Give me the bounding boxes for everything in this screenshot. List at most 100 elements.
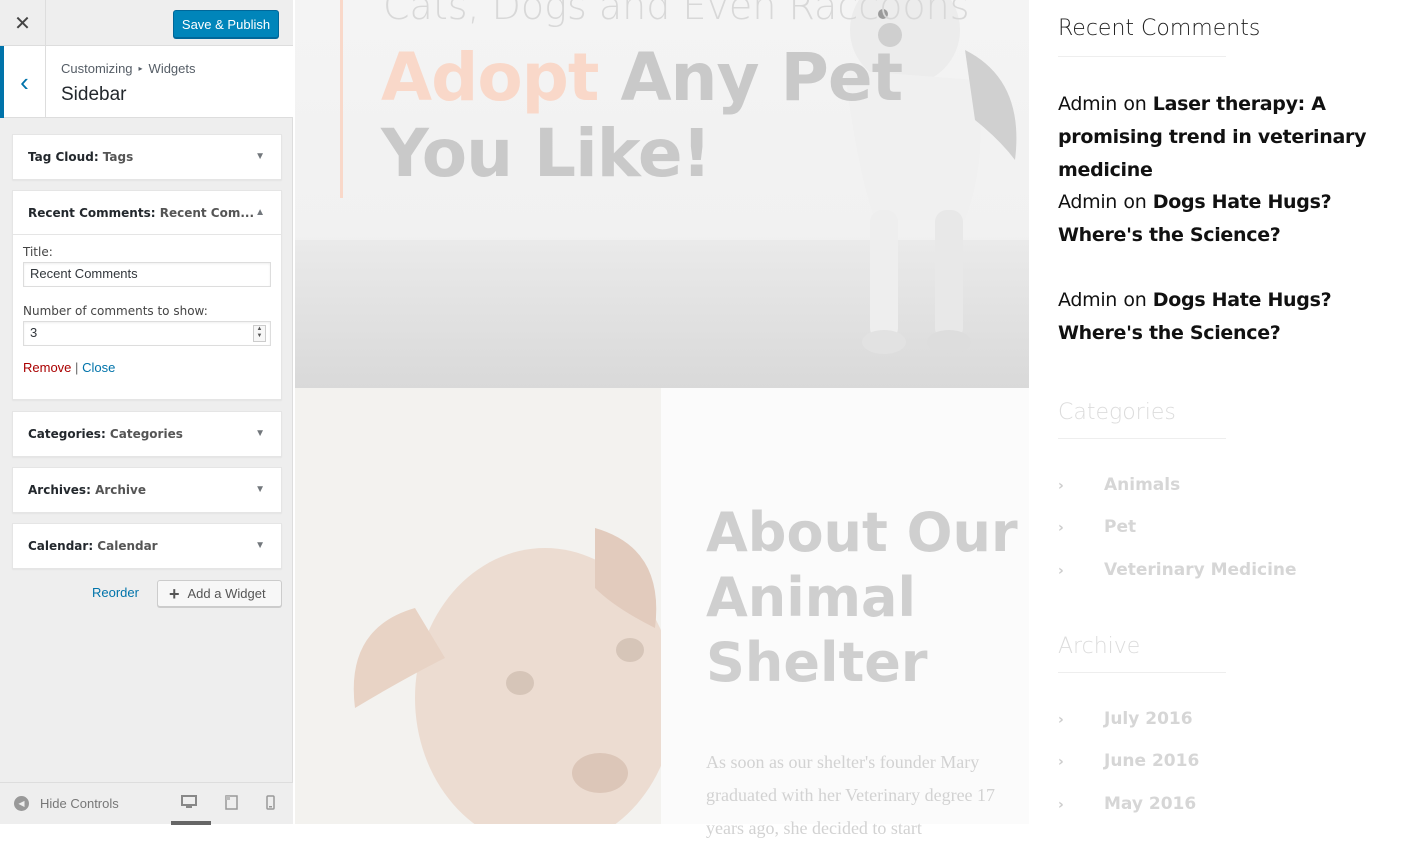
section-title: Sidebar <box>61 84 127 105</box>
archive-label: July 2016 <box>1104 709 1193 729</box>
expand-arrow-icon[interactable]: ▼ <box>255 428 265 439</box>
widget-title: Calendar: Calendar <box>28 539 158 553</box>
customizer-pane: ✕ Save & Publish ‹ Customizing ▸ Widgets S… <box>0 0 293 825</box>
hero-title: Adopt Any Pet You Like! <box>381 40 1029 192</box>
widget-archives: Archives: Archive ▼ <box>12 467 282 513</box>
breadcrumb-separator-icon: ▸ <box>138 64 143 73</box>
comment-item: Admin on Dogs Hate Hugs? Where's the Sci… <box>1058 284 1408 350</box>
chevron-right-icon: › <box>1058 797 1064 813</box>
archive-item[interactable]: › May 2016 <box>1058 794 1196 814</box>
collapse-arrow-icon[interactable]: ▲ <box>255 207 265 218</box>
widget-title: Categories: Categories <box>28 427 183 441</box>
customizer-footer: ◀ Hide Controls <box>0 782 293 825</box>
chevron-right-icon: › <box>1058 712 1064 728</box>
recent-comments-heading: Recent Comments <box>1058 16 1261 41</box>
heading-underline <box>1058 438 1226 439</box>
widget-type: Categories <box>28 427 101 441</box>
hero-subtitle: Cats, Dogs and Even Raccoons <box>383 0 970 28</box>
widget-type: Archives <box>28 483 87 497</box>
widget-header[interactable]: Calendar: Calendar ▼ <box>13 524 281 568</box>
save-publish-button[interactable]: Save & Publish <box>173 10 279 38</box>
archive-heading: Archive <box>1058 634 1141 659</box>
comment-item: Admin on Laser therapy: A promising tren… <box>1058 88 1408 187</box>
widget-type: Tag Cloud <box>28 150 94 164</box>
comment-author[interactable]: Admin <box>1058 93 1117 115</box>
expand-arrow-icon[interactable]: ▼ <box>255 151 265 162</box>
widget-type: Calendar <box>28 539 89 553</box>
close-icon: ✕ <box>14 12 31 35</box>
tablet-preview-icon[interactable] <box>225 795 238 813</box>
category-label: Animals <box>1104 475 1181 495</box>
title-label: Title: <box>23 245 53 259</box>
close-customizer-button[interactable]: ✕ <box>0 0 46 46</box>
archive-item[interactable]: › July 2016 <box>1058 709 1193 729</box>
categories-heading: Categories <box>1058 400 1176 425</box>
number-label: Number of comments to show: <box>23 304 208 318</box>
category-label: Pet <box>1104 517 1137 537</box>
reorder-link[interactable]: Reorder <box>92 585 139 600</box>
add-widget-label: Add a Widget <box>187 586 266 601</box>
hide-controls-label: Hide Controls <box>40 796 119 811</box>
category-item[interactable]: › Pet <box>1058 517 1136 537</box>
close-link[interactable]: Close <box>82 360 115 375</box>
widget-title: Tag Cloud: Tags <box>28 150 134 164</box>
widget-categories: Categories: Categories ▼ <box>12 411 282 457</box>
category-label: Veterinary Medicine <box>1104 560 1297 580</box>
customizer-header: ✕ Save & Publish <box>0 0 293 46</box>
widget-instance-title: Archive <box>95 483 146 497</box>
active-device-indicator <box>171 821 211 825</box>
widget-recent-comments: Recent Comments: Recent Com... ▲ Title: … <box>12 190 282 400</box>
category-item[interactable]: › Veterinary Medicine <box>1058 560 1297 580</box>
breadcrumb-current: Widgets <box>148 61 196 76</box>
widget-tag-cloud: Tag Cloud: Tags ▼ <box>12 134 282 180</box>
widget-header[interactable]: Recent Comments: Recent Com... ▲ <box>13 191 281 235</box>
widget-header[interactable]: Categories: Categories ▼ <box>13 412 281 456</box>
number-input[interactable]: 3 ▲ ▼ <box>23 321 271 346</box>
comment-author[interactable]: Admin <box>1058 191 1117 213</box>
hide-controls-button[interactable]: ◀ Hide Controls <box>14 796 119 811</box>
comment-author[interactable]: Admin <box>1058 289 1117 311</box>
link-separator: | <box>75 360 79 375</box>
hero-section: Cats, Dogs and Even Raccoons Adopt Any P… <box>295 0 1029 388</box>
widget-header[interactable]: Tag Cloud: Tags ▼ <box>13 135 281 179</box>
preview-sidebar: Recent Comments Admin on Laser therapy: … <box>1029 0 1411 824</box>
widget-title: Recent Comments: Recent Com... <box>28 206 255 220</box>
archive-label: June 2016 <box>1104 751 1200 771</box>
widget-calendar: Calendar: Calendar ▼ <box>12 523 282 569</box>
widget-instance-title: Recent Com... <box>159 206 255 220</box>
heading-underline <box>1058 672 1226 673</box>
widget-form: Title: Recent Comments Number of comment… <box>13 235 281 385</box>
title-input[interactable]: Recent Comments <box>23 262 271 287</box>
widget-instance-title: Calendar <box>97 539 158 553</box>
breadcrumb: Customizing ▸ Widgets <box>61 61 196 76</box>
puppy-photo-image <box>295 388 661 824</box>
archive-label: May 2016 <box>1104 794 1197 814</box>
widget-header[interactable]: Archives: Archive ▼ <box>13 468 281 512</box>
widget-instance-title: Categories <box>109 427 183 441</box>
expand-arrow-icon[interactable]: ▼ <box>255 484 265 495</box>
chevron-right-icon: › <box>1058 520 1064 536</box>
widget-instance-title: Tags <box>102 150 134 164</box>
number-value: 3 <box>30 325 38 340</box>
chevron-left-icon: ‹ <box>20 66 29 97</box>
widget-type: Recent Comments <box>28 206 151 220</box>
breadcrumb-root: Customizing <box>61 61 133 76</box>
widget-title: Archives: Archive <box>28 483 146 497</box>
spinner-icon[interactable]: ▲ ▼ <box>253 325 266 342</box>
desktop-preview-icon[interactable] <box>181 795 197 812</box>
about-text: As soon as our shelter's founder Mary gr… <box>706 752 996 838</box>
mobile-preview-icon[interactable] <box>266 795 275 813</box>
plus-icon: + <box>169 583 180 604</box>
back-button[interactable]: ‹ <box>0 46 46 118</box>
archive-item[interactable]: › June 2016 <box>1058 751 1199 771</box>
widget-actions: Remove | Close <box>23 360 271 375</box>
expand-arrow-icon[interactable]: ▼ <box>255 540 265 551</box>
add-widget-button[interactable]: + Add a Widget <box>157 580 282 607</box>
heading-underline <box>1058 56 1226 57</box>
comment-on: on <box>1123 289 1147 311</box>
comment-on: on <box>1123 93 1147 115</box>
collapse-icon: ◀ <box>14 796 29 811</box>
category-item[interactable]: › Animals <box>1058 475 1180 495</box>
remove-link[interactable]: Remove <box>23 360 71 375</box>
accent-bar <box>340 0 343 198</box>
